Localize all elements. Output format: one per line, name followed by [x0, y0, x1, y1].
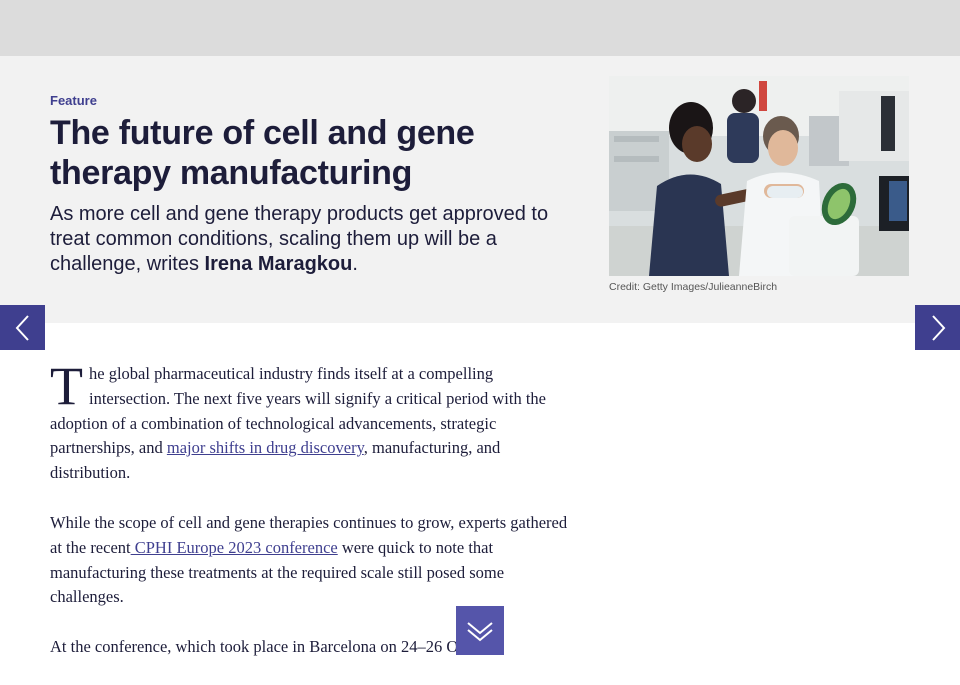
chevron-left-icon	[15, 314, 29, 341]
drop-cap: T	[50, 356, 83, 416]
standfirst: As more cell and gene therapy products g…	[50, 202, 580, 277]
top-bar	[0, 0, 960, 56]
page-title: The future of cell and gene therapy manu…	[50, 114, 475, 192]
paragraph-1: The global pharmaceutical industry finds…	[50, 356, 575, 486]
author-name[interactable]: Irena Maragkou	[205, 253, 353, 275]
scroll-down-button[interactable]	[456, 606, 504, 655]
cphi-conference-link[interactable]: CPHI Europe 2023 conference	[131, 538, 338, 557]
paragraph-2: While the scope of cell and gene therapi…	[50, 511, 575, 610]
paragraph-text: At the conference, which took place in B…	[50, 637, 503, 657]
drug-discovery-link[interactable]: major shifts in drug discovery	[167, 438, 364, 457]
standfirst-end: .	[352, 253, 358, 275]
previous-article-button[interactable]	[0, 305, 45, 350]
next-article-button[interactable]	[915, 305, 960, 350]
double-chevron-down-icon	[467, 621, 493, 641]
hero-image	[609, 76, 909, 276]
article-category[interactable]: Feature	[50, 93, 97, 108]
chevron-right-icon	[931, 314, 945, 341]
image-credit: Credit: Getty Images/JulieanneBirch	[609, 281, 778, 293]
